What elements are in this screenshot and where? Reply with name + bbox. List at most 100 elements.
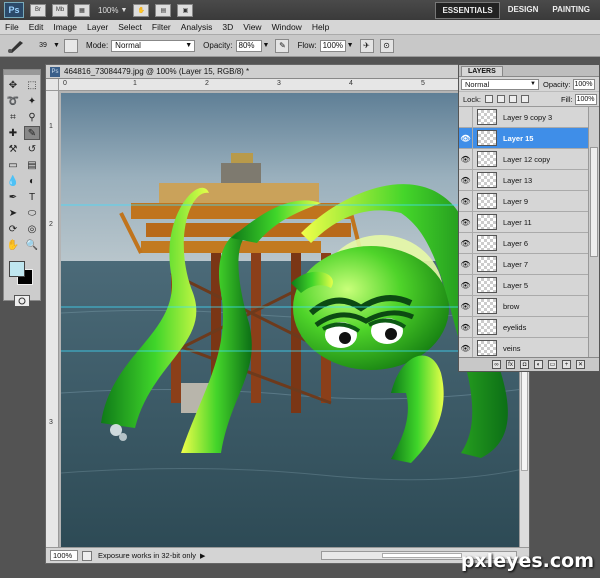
flow-input[interactable]: 100% bbox=[319, 39, 346, 52]
ruler-origin[interactable] bbox=[46, 79, 59, 91]
crop-tool-icon[interactable]: ⌗ bbox=[5, 110, 21, 124]
layer-row[interactable]: 👁 brow bbox=[459, 295, 589, 317]
menu-filter[interactable]: Filter bbox=[147, 22, 176, 32]
chevron-down-icon[interactable]: ▼ bbox=[347, 42, 354, 49]
horizontal-ruler[interactable]: 0 1 2 3 4 5 6 bbox=[59, 79, 519, 91]
3d-rotate-tool-icon[interactable]: ⟳ bbox=[5, 222, 21, 236]
lock-transparency-icon[interactable] bbox=[484, 95, 493, 103]
layers-scroll-thumb[interactable] bbox=[590, 147, 598, 257]
eye-icon[interactable]: 👁 bbox=[459, 232, 473, 254]
layer-row[interactable]: 👁 Layer 9 bbox=[459, 190, 589, 212]
eye-icon[interactable]: 👁 bbox=[459, 337, 473, 359]
quick-select-tool-icon[interactable]: ✦ bbox=[24, 94, 40, 108]
marquee-tool-icon[interactable]: ⬚ bbox=[24, 78, 40, 92]
menu-view[interactable]: View bbox=[238, 22, 266, 32]
menu-help[interactable]: Help bbox=[307, 22, 334, 32]
menu-image[interactable]: Image bbox=[48, 22, 82, 32]
arrange-documents-icon[interactable]: ▤ bbox=[155, 3, 172, 17]
eye-icon[interactable]: 👁 bbox=[459, 127, 473, 149]
blend-mode-select[interactable]: Normal ▼ bbox=[461, 78, 539, 90]
workspace-painting[interactable]: PAINTING bbox=[546, 2, 596, 19]
layer-row[interactable]: 👁 Layer 12 copy bbox=[459, 148, 589, 170]
bridge-icon[interactable]: Br bbox=[30, 3, 46, 17]
add-mask-icon[interactable]: ◘ bbox=[520, 360, 529, 369]
eye-icon[interactable]: 👁 bbox=[459, 190, 473, 212]
layers-scrollbar[interactable] bbox=[588, 107, 599, 359]
tab-layers[interactable]: LAYERS bbox=[461, 66, 503, 76]
menu-analysis[interactable]: Analysis bbox=[176, 22, 218, 32]
lock-position-icon[interactable] bbox=[508, 95, 517, 103]
lock-all-icon[interactable] bbox=[520, 95, 529, 103]
move-tool-icon[interactable]: ✥ bbox=[5, 78, 21, 92]
eye-icon[interactable]: 👁 bbox=[459, 169, 473, 191]
layer-row[interactable]: 👁 veins bbox=[459, 337, 589, 359]
eyedropper-tool-icon[interactable]: ⚲ bbox=[24, 110, 40, 124]
gradient-tool-icon[interactable]: ▤ bbox=[24, 158, 40, 172]
layer-row-selected[interactable]: 👁 Layer 15 bbox=[459, 127, 589, 149]
path-select-tool-icon[interactable]: ➤ bbox=[5, 206, 21, 220]
clone-stamp-tool-icon[interactable]: ⚒ bbox=[5, 142, 21, 156]
blur-tool-icon[interactable]: 💧 bbox=[5, 174, 21, 188]
shape-tool-icon[interactable]: ⬭ bbox=[24, 206, 40, 220]
quick-mask-icon[interactable] bbox=[14, 295, 30, 307]
type-tool-icon[interactable]: T bbox=[24, 190, 40, 204]
pen-tool-icon[interactable]: ✒ bbox=[5, 190, 21, 204]
pressure-size-icon[interactable]: ⊙ bbox=[379, 38, 394, 53]
delete-layer-icon[interactable]: ✕ bbox=[576, 360, 585, 369]
tool-preset-picker[interactable] bbox=[4, 37, 30, 55]
adjustment-layer-icon[interactable]: ◐ bbox=[534, 360, 543, 369]
eye-icon[interactable]: 👁 bbox=[459, 148, 473, 170]
link-layers-icon[interactable]: ∞ bbox=[492, 360, 501, 369]
mode-select[interactable]: Normal ▼ bbox=[111, 39, 196, 52]
pressure-opacity-icon[interactable]: ✎ bbox=[275, 38, 290, 53]
menu-3d[interactable]: 3D bbox=[217, 22, 238, 32]
airbrush-icon[interactable]: ✈ bbox=[359, 38, 374, 53]
workspace-design[interactable]: DESIGN bbox=[502, 2, 545, 19]
menu-file[interactable]: File bbox=[0, 22, 24, 32]
menu-layer[interactable]: Layer bbox=[82, 22, 113, 32]
healing-brush-tool-icon[interactable]: ✚ bbox=[5, 126, 21, 140]
view-extras-icon[interactable]: ▦ bbox=[74, 3, 90, 17]
opacity-input[interactable]: 80% bbox=[235, 39, 262, 52]
menu-window[interactable]: Window bbox=[267, 22, 307, 32]
chevron-right-icon[interactable]: ▶ bbox=[200, 552, 205, 560]
foreground-color-swatch[interactable] bbox=[9, 261, 25, 277]
layer-style-icon[interactable]: fx bbox=[506, 360, 515, 369]
layer-opacity-input[interactable]: 100% bbox=[572, 78, 595, 90]
3d-orbit-tool-icon[interactable]: ◎ bbox=[24, 222, 40, 236]
status-info-icon[interactable] bbox=[82, 550, 92, 561]
layer-row[interactable]: 👁 Layer 5 bbox=[459, 274, 589, 296]
chevron-down-icon[interactable]: ▼ bbox=[263, 42, 270, 49]
eye-icon[interactable]: 👁 bbox=[459, 253, 473, 275]
eye-icon[interactable]: 👁 bbox=[459, 211, 473, 233]
eye-icon[interactable]: 👁 bbox=[459, 295, 473, 317]
layer-row[interactable]: 👁 Layer 7 bbox=[459, 253, 589, 275]
lasso-tool-icon[interactable]: ➰ bbox=[5, 94, 21, 108]
zoom-level[interactable]: 100% bbox=[98, 6, 118, 15]
image-canvas[interactable] bbox=[61, 93, 523, 549]
new-group-icon[interactable]: ▭ bbox=[548, 360, 557, 369]
lock-pixels-icon[interactable] bbox=[496, 95, 505, 103]
chevron-down-icon[interactable]: ▼ bbox=[120, 7, 127, 14]
menu-edit[interactable]: Edit bbox=[24, 22, 49, 32]
chevron-down-icon[interactable]: ▼ bbox=[53, 42, 60, 49]
brush-size-value[interactable]: 39 bbox=[34, 42, 52, 49]
layer-row[interactable]: 👁 Layer 13 bbox=[459, 169, 589, 191]
dodge-tool-icon[interactable]: ◐ bbox=[24, 174, 40, 188]
horizontal-scroll-thumb[interactable] bbox=[382, 553, 462, 558]
eye-icon[interactable]: 👁 bbox=[459, 274, 473, 296]
layer-row[interactable]: 👁 eyelids bbox=[459, 316, 589, 338]
layer-row[interactable]: 👁 Layer 11 bbox=[459, 211, 589, 233]
layer-row[interactable]: 👁 Layer 6 bbox=[459, 232, 589, 254]
hand-icon[interactable]: ✋ bbox=[133, 3, 150, 17]
menu-select[interactable]: Select bbox=[113, 22, 147, 32]
workspace-essentials[interactable]: ESSENTIALS bbox=[435, 2, 500, 19]
fill-input[interactable]: 100% bbox=[574, 93, 597, 105]
vertical-ruler[interactable]: 1 2 3 bbox=[46, 91, 59, 547]
eye-icon[interactable]: 👁 bbox=[459, 316, 473, 338]
history-brush-tool-icon[interactable]: ↺ bbox=[24, 142, 40, 156]
zoom-tool-icon[interactable]: 🔍 bbox=[24, 238, 40, 252]
document-tab[interactable]: Ps 464816_73084479.jpg @ 100% (Layer 15,… bbox=[46, 65, 529, 79]
brush-panel-icon[interactable] bbox=[63, 38, 78, 53]
visibility-toggle-off[interactable] bbox=[459, 107, 473, 128]
